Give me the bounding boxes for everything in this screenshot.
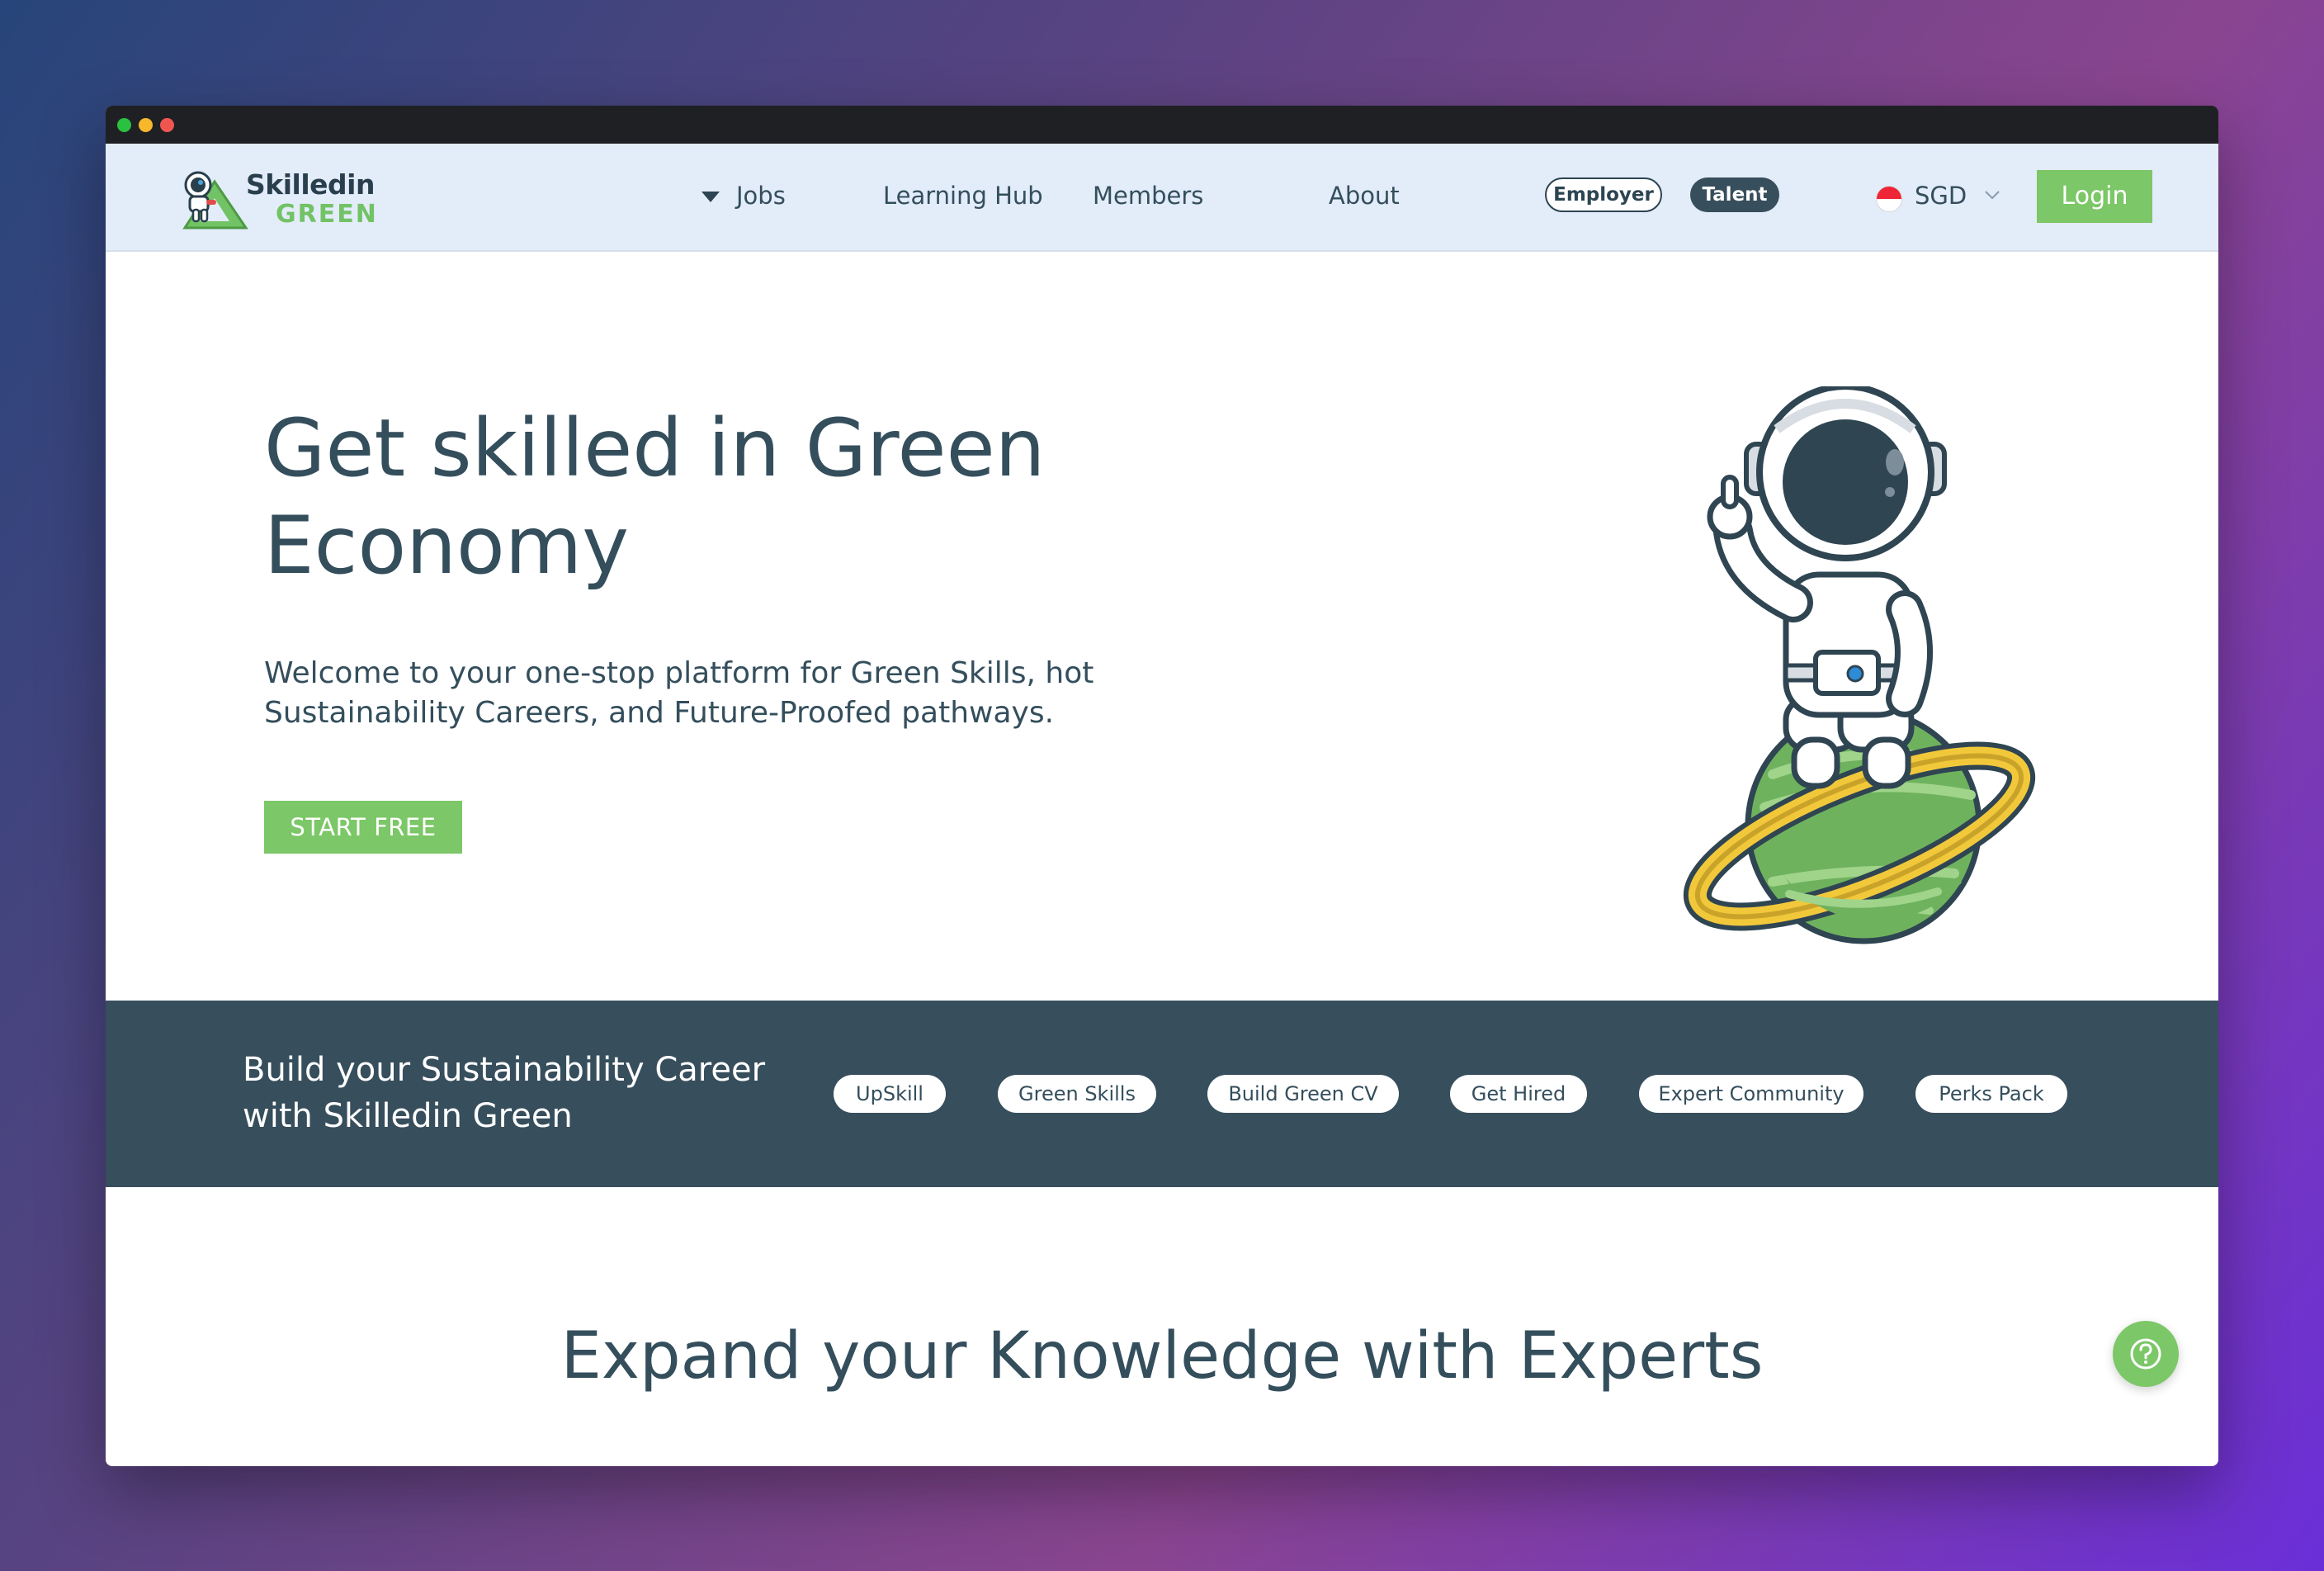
tag-build-green-cv[interactable]: Build Green CV <box>1207 1075 1399 1113</box>
brand-logo[interactable]: Skilledin GREEN <box>177 167 378 233</box>
nav-jobs[interactable]: Jobs <box>736 182 786 210</box>
nav-learning-hub[interactable]: Learning Hub <box>883 182 1043 210</box>
login-button[interactable]: Login <box>2037 170 2152 223</box>
browser-titlebar <box>106 106 2218 144</box>
brand-name-top: Skilledin <box>246 168 375 201</box>
band-text: Build your Sustainability Career with Sk… <box>243 1051 766 1135</box>
tag-green-skills[interactable]: Green Skills <box>998 1075 1156 1113</box>
browser-window: Skilledin GREEN Jobs Learning Hub Member… <box>106 106 2218 1466</box>
caret-down-icon[interactable] <box>701 192 720 202</box>
window-maximize-button[interactable] <box>160 118 174 132</box>
nav-members[interactable]: Members <box>1093 182 1203 210</box>
astronaut-on-planet-illustration <box>1683 386 2036 944</box>
hero-title: Get skilled in Green Economy <box>264 402 1046 592</box>
nav-about[interactable]: About <box>1329 182 1400 210</box>
start-free-button[interactable]: START FREE <box>264 801 462 854</box>
help-button[interactable] <box>2113 1321 2179 1387</box>
brand-name-bottom: GREEN <box>276 200 378 229</box>
window-close-button[interactable] <box>117 118 131 132</box>
tag-get-hired[interactable]: Get Hired <box>1450 1075 1587 1113</box>
tag-expert-community[interactable]: Expert Community <box>1639 1075 1863 1113</box>
astronaut-logo-icon <box>182 171 248 229</box>
section-title: Expand your Knowledge with Experts <box>560 1319 1764 1394</box>
hero-description: Welcome to your one-stop platform for Gr… <box>264 656 1094 730</box>
singapore-flag-icon <box>1876 186 1902 212</box>
chevron-down-icon[interactable] <box>1982 185 2002 205</box>
currency-selector[interactable]: SGD <box>1915 182 1967 210</box>
tag-upskill[interactable]: UpSkill <box>834 1075 946 1113</box>
top-navbar: Skilledin GREEN Jobs Learning Hub Member… <box>106 144 2218 252</box>
talent-toggle[interactable]: Talent <box>1690 177 1779 212</box>
tag-perks-pack[interactable]: Perks Pack <box>1915 1075 2067 1113</box>
features-band: Build your Sustainability Career with Sk… <box>106 1001 2218 1187</box>
window-minimize-button[interactable] <box>139 118 153 132</box>
help-question-icon <box>2130 1338 2161 1370</box>
employer-toggle[interactable]: Employer <box>1545 177 1662 212</box>
